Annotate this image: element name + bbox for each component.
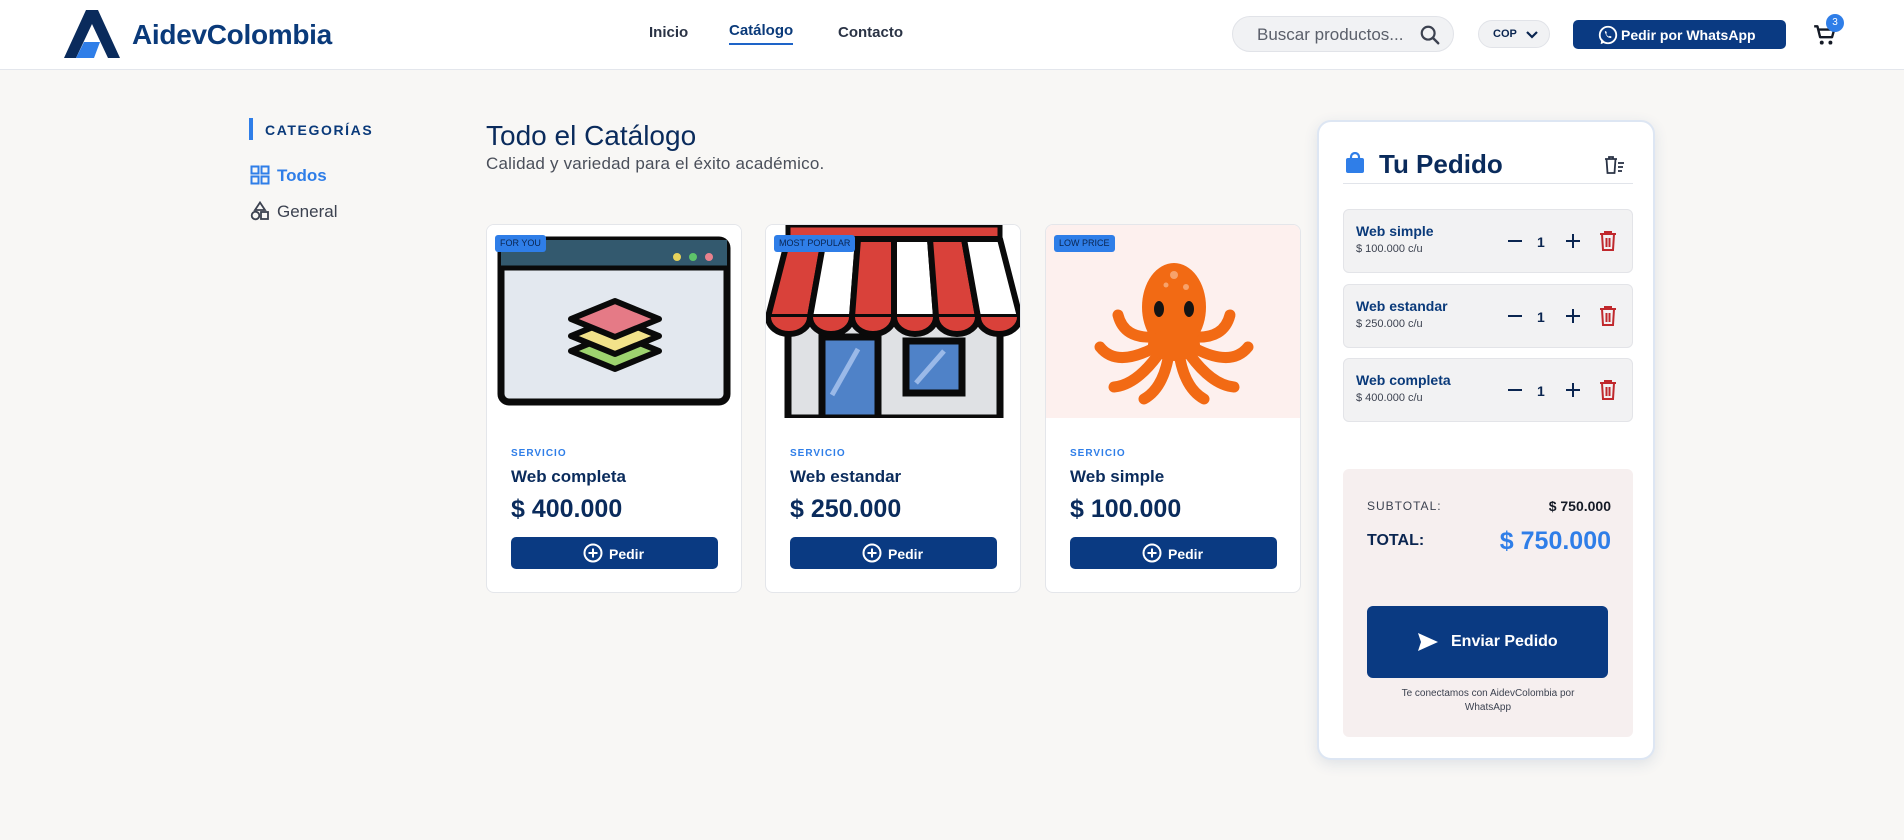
product-badge: FOR YOU: [495, 235, 546, 252]
category-general[interactable]: General: [250, 199, 450, 223]
order-item: Web completa $ 400.000 c/u 1: [1343, 358, 1633, 422]
whatsapp-icon: [1598, 25, 1618, 45]
order-item-unit-price: $ 250.000 c/u: [1356, 318, 1423, 330]
category-label: Todos: [277, 166, 327, 185]
total-value: $ 750.000: [1499, 527, 1611, 555]
order-item-qty: 1: [1537, 309, 1545, 325]
product-type: SERVICIO: [1070, 448, 1126, 459]
shapes-icon: [250, 201, 269, 221]
order-divider: [1343, 183, 1633, 184]
product-name: Web simple: [1070, 467, 1165, 486]
order-button-label: Pedir: [888, 546, 924, 562]
storefront-image: [766, 225, 1020, 418]
categories-title: CATEGORÍAS: [265, 122, 374, 138]
order-button-label: Pedir: [609, 546, 645, 562]
total-label: TOTAL:: [1367, 532, 1425, 549]
order-panel: Tu Pedido Web simple $ 100.000 c/u 1 Web…: [1317, 120, 1655, 760]
increase-qty-icon[interactable]: [1564, 232, 1582, 250]
order-item-qty: 1: [1537, 383, 1545, 399]
shopping-bag-icon: [1346, 152, 1364, 173]
clear-cart-icon[interactable]: [1603, 154, 1625, 176]
delete-item-icon[interactable]: [1598, 230, 1618, 252]
order-button-label: Pedir: [1168, 546, 1204, 562]
product-type: SERVICIO: [511, 448, 567, 459]
order-item: Web estandar $ 250.000 c/u 1: [1343, 284, 1633, 348]
search-input[interactable]: [1257, 23, 1417, 47]
order-product-button[interactable]: Pedir: [511, 537, 718, 569]
search-box: [1232, 16, 1454, 52]
order-item-unit-price: $ 100.000 c/u: [1356, 243, 1423, 255]
octopus-image: [1046, 225, 1300, 418]
plus-circle-icon: [1142, 543, 1162, 563]
browser-layers-image: [487, 225, 741, 418]
plus-circle-icon: [862, 543, 882, 563]
order-item-name: Web simple: [1356, 223, 1434, 239]
currency-select[interactable]: COP: [1478, 20, 1550, 48]
subtotal-value: $ 750.000: [1548, 498, 1611, 514]
order-product-button[interactable]: Pedir: [1070, 537, 1277, 569]
increase-qty-icon[interactable]: [1564, 381, 1582, 399]
send-icon: [1418, 633, 1438, 651]
send-order-button[interactable]: Enviar Pedido: [1367, 606, 1608, 678]
nav-inicio[interactable]: Inicio: [649, 24, 688, 41]
chevron-down-icon: [1526, 31, 1538, 39]
product-card[interactable]: LOW PRICE SERVICIO Web simple $ 100.000 …: [1045, 224, 1301, 593]
currency-label: COP: [1493, 28, 1517, 40]
cart-count-badge: 3: [1826, 14, 1844, 32]
order-item-name: Web completa: [1356, 372, 1451, 388]
brand-logo-icon[interactable]: [64, 10, 120, 58]
order-item-name: Web estandar: [1356, 298, 1448, 314]
order-title: Tu Pedido: [1379, 149, 1503, 179]
send-order-label: Enviar Pedido: [1451, 633, 1558, 650]
product-type: SERVICIO: [790, 448, 846, 459]
decrease-qty-icon[interactable]: [1506, 232, 1524, 250]
top-header: AidevColombia Inicio Catálogo Contacto C…: [0, 0, 1904, 70]
category-label: General: [277, 202, 338, 221]
product-price: $ 100.000: [1070, 495, 1182, 523]
grid-icon: [250, 165, 270, 185]
whatsapp-note: Te conectamos con AidevColombia por What…: [1401, 688, 1575, 713]
plus-circle-icon: [583, 543, 603, 563]
search-icon[interactable]: [1419, 24, 1441, 46]
nav-catalogo[interactable]: Catálogo: [729, 22, 794, 45]
order-item-unit-price: $ 400.000 c/u: [1356, 392, 1423, 404]
product-price: $ 250.000: [790, 495, 902, 523]
whatsapp-order-button[interactable]: Pedir por WhatsApp: [1573, 20, 1786, 49]
product-price: $ 400.000: [511, 495, 623, 523]
order-item-qty: 1: [1537, 234, 1545, 250]
decrease-qty-icon[interactable]: [1506, 381, 1524, 399]
delete-item-icon[interactable]: [1598, 379, 1618, 401]
subtotal-label: SUBTOTAL:: [1367, 499, 1442, 513]
order-summary: SUBTOTAL: $ 750.000 TOTAL: $ 750.000 Env…: [1343, 469, 1633, 737]
whatsapp-button-label: Pedir por WhatsApp: [1621, 27, 1756, 43]
nav-contacto[interactable]: Contacto: [838, 24, 903, 41]
delete-item-icon[interactable]: [1598, 305, 1618, 327]
product-name: Web completa: [511, 467, 626, 486]
category-todos[interactable]: Todos: [250, 163, 450, 187]
page-title: Todo el Catálogo: [486, 120, 697, 151]
increase-qty-icon[interactable]: [1564, 307, 1582, 325]
decrease-qty-icon[interactable]: [1506, 307, 1524, 325]
product-badge: LOW PRICE: [1054, 235, 1115, 252]
product-card[interactable]: FOR YOU SERVICIO Web completa $ 400.000 …: [486, 224, 742, 593]
categories-accent-bar: [249, 118, 253, 140]
order-item: Web simple $ 100.000 c/u 1: [1343, 209, 1633, 273]
product-badge: MOST POPULAR: [774, 235, 856, 252]
product-name: Web estandar: [790, 467, 902, 486]
brand-name[interactable]: AidevColombia: [132, 19, 332, 51]
page-subtitle: Calidad y variedad para el éxito académi…: [486, 154, 825, 173]
order-product-button[interactable]: Pedir: [790, 537, 997, 569]
product-card[interactable]: MOST POPULAR SERVICIO Web estandar $ 250…: [765, 224, 1021, 593]
